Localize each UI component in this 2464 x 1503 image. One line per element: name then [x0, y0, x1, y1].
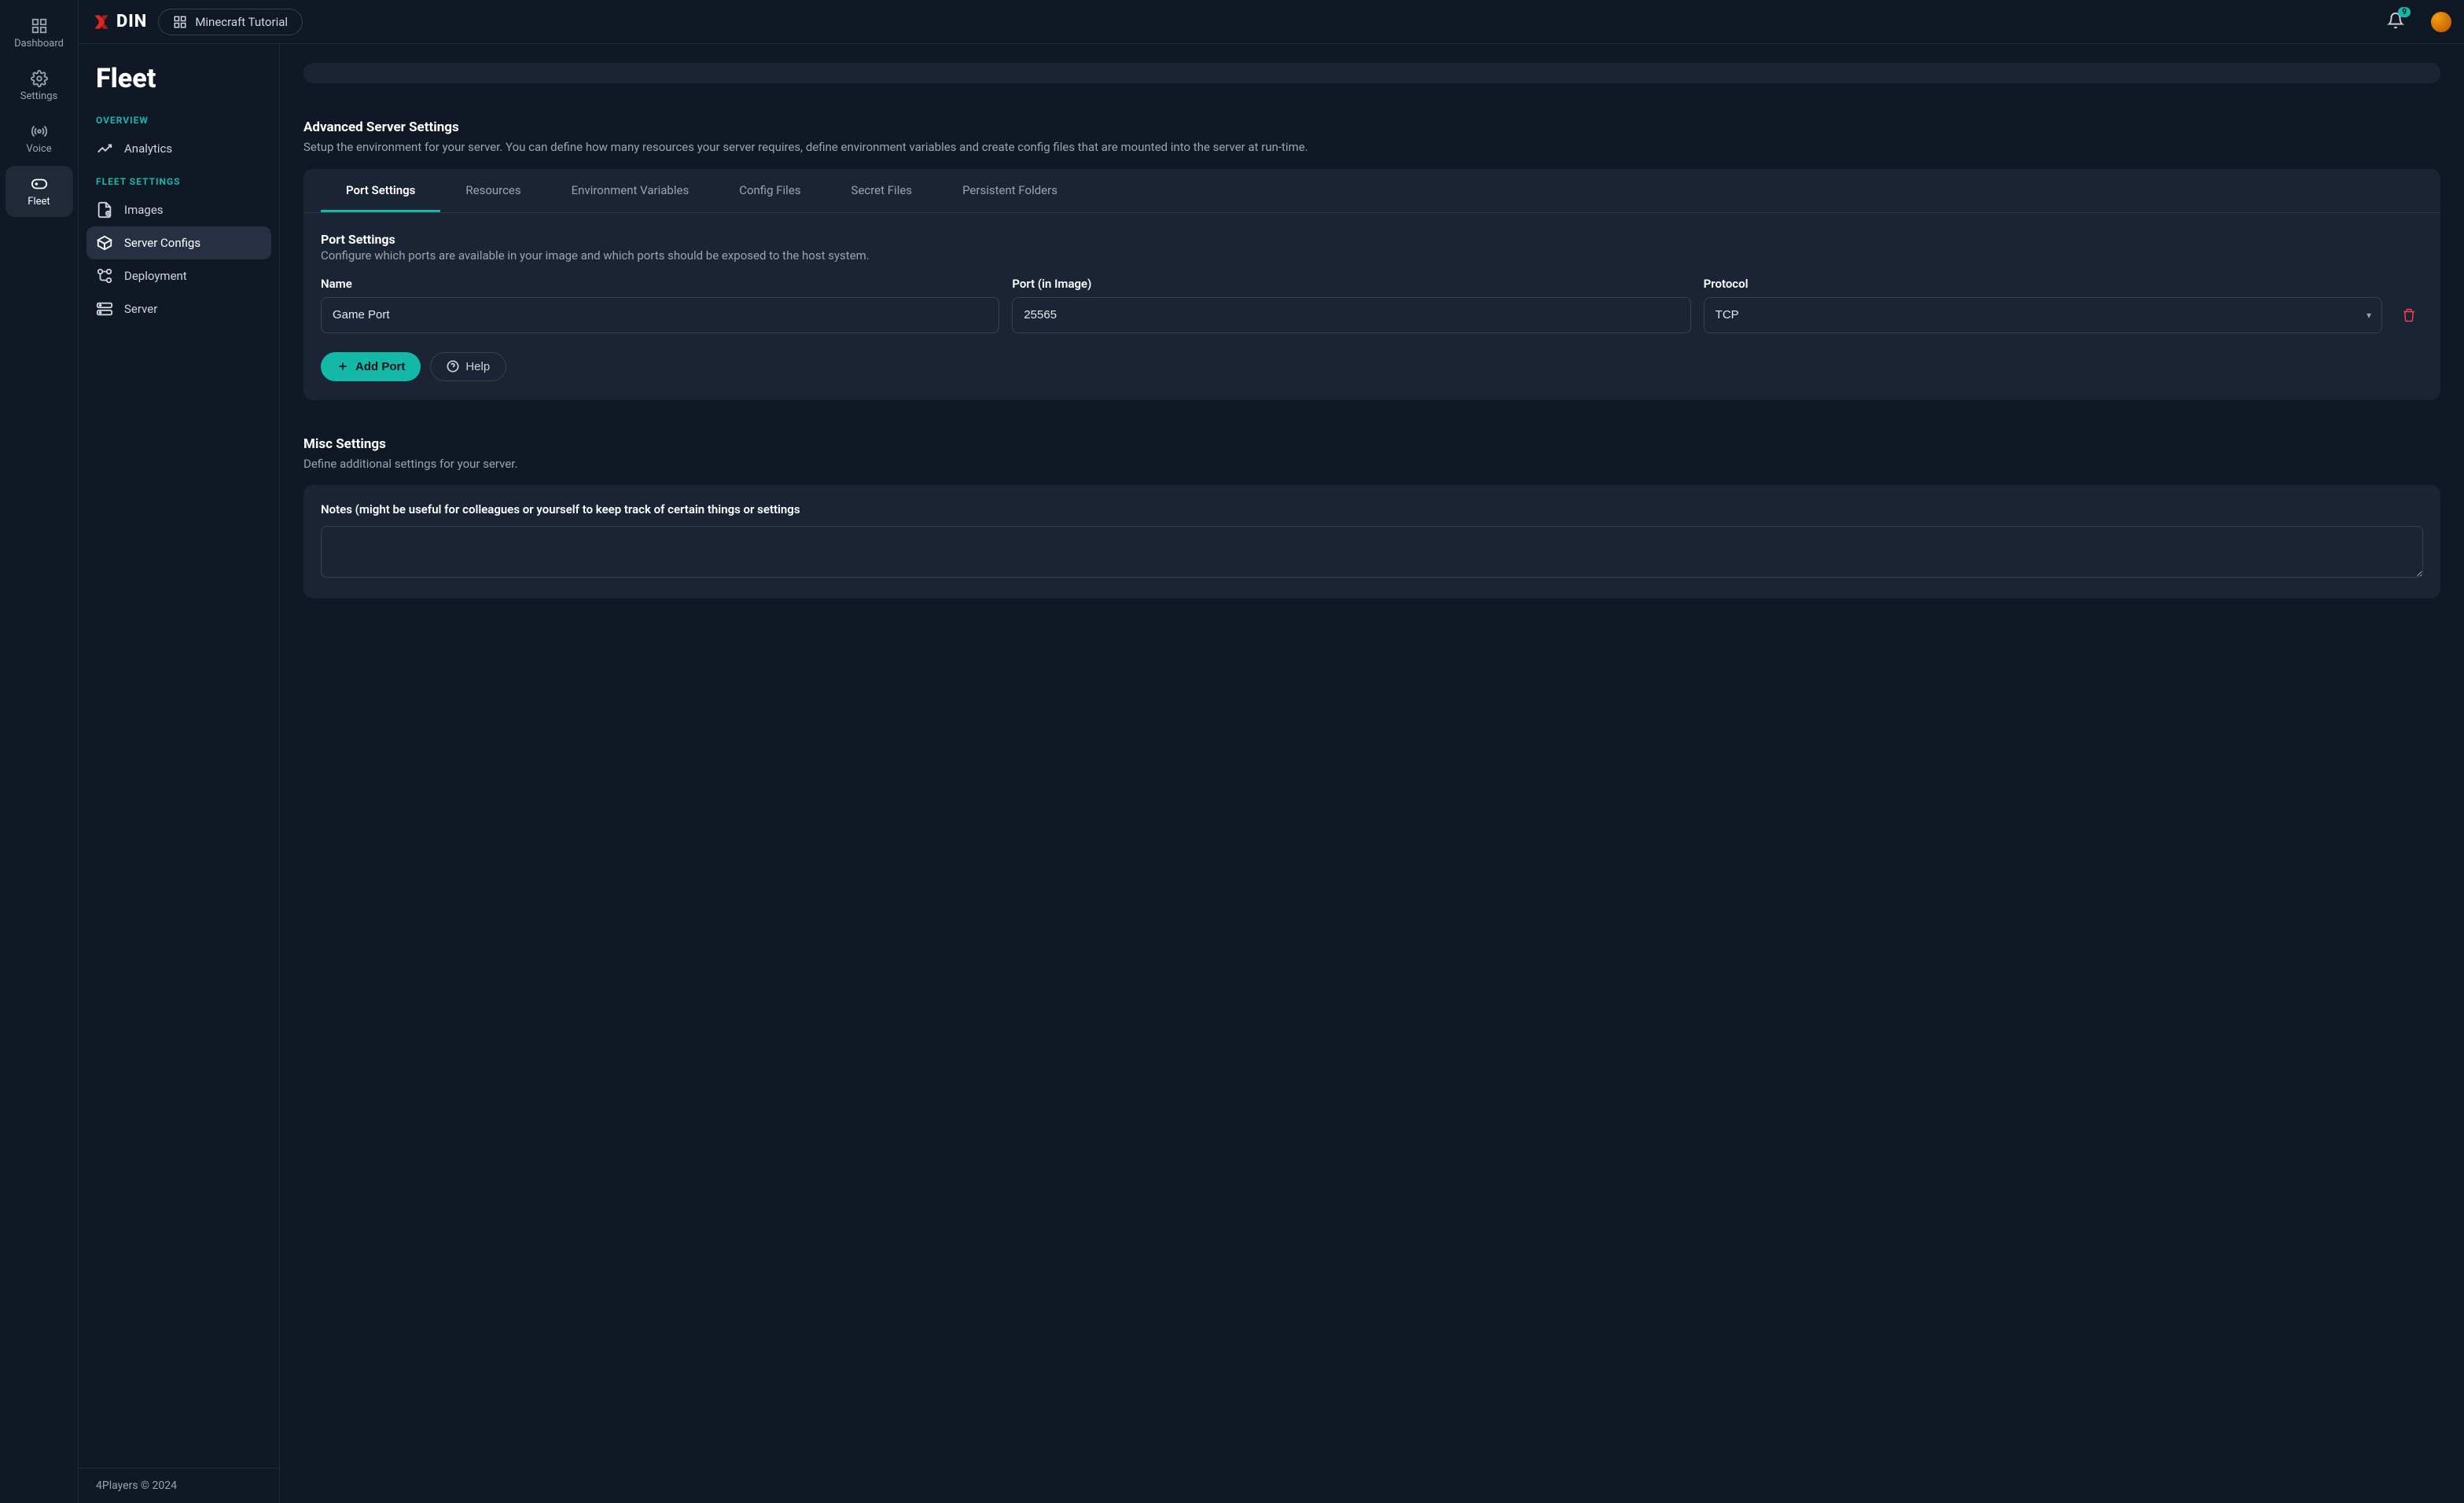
sidebar-item-deployment[interactable]: Deployment — [86, 259, 271, 292]
advanced-desc: Setup the environment for your server. Y… — [303, 138, 2440, 156]
tutorial-chip[interactable]: Minecraft Tutorial — [158, 9, 303, 35]
help-label: Help — [465, 360, 490, 373]
rail-label: Voice — [26, 143, 51, 155]
port-settings-desc: Configure which ports are available in y… — [321, 248, 2423, 263]
rail-settings[interactable]: Settings — [6, 61, 73, 112]
brand-text: DIN — [116, 12, 147, 31]
gear-icon — [31, 70, 48, 87]
document-plus-icon — [96, 201, 113, 219]
sidebar-heading-fleet-settings: FLEET SETTINGS — [86, 165, 271, 193]
gamepad-icon — [31, 175, 48, 193]
logo[interactable]: DIN — [91, 12, 147, 32]
footer-text: 4Players © 2024 — [79, 1468, 279, 1503]
topbar: DIN Minecraft Tutorial 9 — [79, 0, 2464, 44]
tab-port-settings[interactable]: Port Settings — [321, 169, 440, 212]
rail-label: Settings — [20, 90, 57, 102]
tab-resources[interactable]: Resources — [440, 169, 546, 212]
protocol-label: Protocol — [1704, 277, 2382, 291]
package-icon — [96, 234, 113, 252]
plus-icon — [337, 360, 349, 373]
rail-fleet[interactable]: Fleet — [6, 166, 73, 217]
help-icon — [447, 360, 459, 373]
server-icon — [96, 300, 113, 318]
port-row: Name Port (in Image) Protocol — [321, 277, 2423, 333]
sidebar-item-label: Deployment — [124, 269, 187, 283]
sidebar-item-label: Analytics — [124, 141, 172, 156]
previous-card-stub — [303, 63, 2440, 83]
delete-port-button[interactable] — [2395, 297, 2423, 333]
tabs: Port Settings Resources Environment Vari… — [303, 169, 2440, 213]
notifications-button[interactable]: 9 — [2387, 12, 2404, 32]
protocol-select[interactable] — [1704, 297, 2382, 333]
sidebar-item-images[interactable]: Images — [86, 193, 271, 226]
notes-input[interactable] — [321, 526, 2423, 578]
sidebar-item-server[interactable]: Server — [86, 292, 271, 325]
name-label: Name — [321, 277, 999, 291]
avatar[interactable] — [2431, 12, 2451, 32]
notes-label: Notes (might be useful for colleagues or… — [321, 502, 2423, 516]
sidebar-item-label: Images — [124, 203, 164, 217]
logo-badge-icon — [91, 12, 112, 32]
port-settings-title: Port Settings — [321, 232, 2423, 247]
tutorial-label: Minecraft Tutorial — [195, 15, 288, 29]
content[interactable]: Advanced Server Settings Setup the envir… — [280, 44, 2464, 1503]
sidebar-item-analytics[interactable]: Analytics — [86, 132, 271, 165]
port-input[interactable] — [1012, 297, 1690, 333]
tab-config-files[interactable]: Config Files — [714, 169, 826, 212]
rail-voice[interactable]: Voice — [6, 113, 73, 164]
page-title: Fleet — [86, 63, 271, 104]
sidebar: Fleet OVERVIEW Analytics FLEET SETTINGS … — [79, 44, 280, 1503]
trash-icon — [2402, 308, 2416, 322]
help-button[interactable]: Help — [430, 352, 506, 381]
rail-label: Fleet — [28, 196, 50, 208]
tab-environment-variables[interactable]: Environment Variables — [546, 169, 715, 212]
sidebar-item-label: Server Configs — [124, 236, 200, 250]
analytics-icon — [96, 140, 113, 157]
grid-icon — [31, 17, 48, 35]
tab-persistent-folders[interactable]: Persistent Folders — [937, 169, 1083, 212]
sidebar-heading-overview: OVERVIEW — [86, 104, 271, 132]
tab-secret-files[interactable]: Secret Files — [826, 169, 938, 212]
misc-card: Notes (might be useful for colleagues or… — [303, 485, 2440, 598]
port-label: Port (in Image) — [1012, 277, 1690, 291]
icon-rail: Dashboard Settings Voice Fleet — [0, 0, 79, 1503]
broadcast-icon — [31, 123, 48, 140]
misc-desc: Define additional settings for your serv… — [303, 455, 2440, 473]
add-port-label: Add Port — [355, 360, 405, 373]
rail-label: Dashboard — [14, 38, 64, 50]
add-port-button[interactable]: Add Port — [321, 352, 421, 381]
misc-title: Misc Settings — [303, 436, 2440, 452]
advanced-title: Advanced Server Settings — [303, 119, 2440, 135]
sidebar-item-label: Server — [124, 302, 157, 316]
rail-dashboard[interactable]: Dashboard — [6, 8, 73, 59]
sidebar-item-server-configs[interactable]: Server Configs — [86, 226, 271, 259]
deployment-icon — [96, 267, 113, 285]
name-input[interactable] — [321, 297, 999, 333]
advanced-card: Port Settings Resources Environment Vari… — [303, 169, 2440, 400]
apps-icon — [173, 15, 187, 29]
notification-badge: 9 — [2398, 7, 2411, 17]
